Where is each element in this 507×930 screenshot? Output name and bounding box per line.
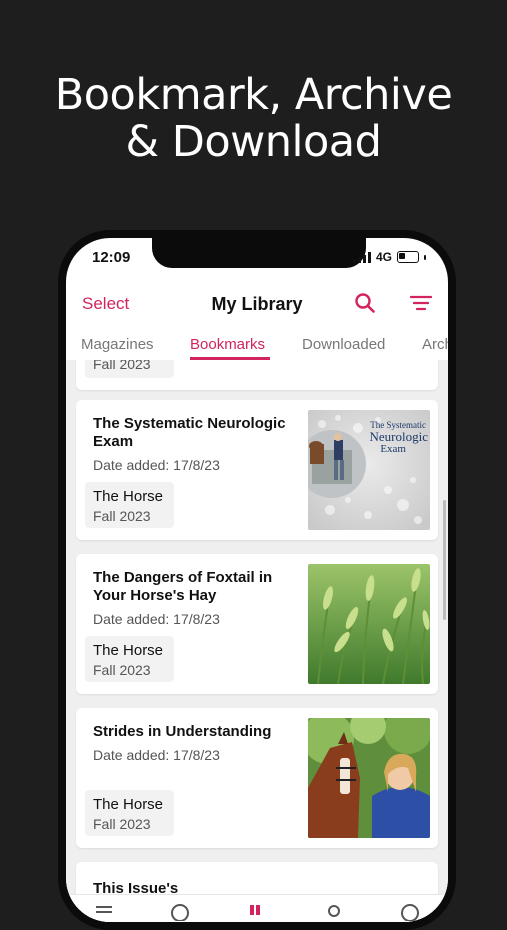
- help-icon[interactable]: [400, 901, 420, 921]
- publication-name: The Horse: [93, 642, 164, 659]
- issue-label: Fall 2023: [93, 816, 151, 832]
- date-added: Date added: 17/8/23: [93, 457, 220, 473]
- search-icon[interactable]: [354, 292, 376, 314]
- network-type: 4G: [375, 250, 392, 264]
- explore-icon[interactable]: [170, 901, 190, 921]
- library-icon[interactable]: [247, 901, 267, 921]
- article-thumbnail: [308, 718, 430, 838]
- tab-bookmarks[interactable]: Bookmarks: [190, 336, 265, 353]
- status-time: 12:09: [92, 249, 131, 266]
- thumbnail-foxtail-image: [308, 564, 430, 684]
- publication-name: The Horse: [93, 488, 164, 505]
- list-item-partial-top[interactable]: Fall 2023: [76, 360, 438, 390]
- tab-magazines[interactable]: Magazines: [81, 336, 154, 353]
- article-title: The Dangers of Foxtail in Your Horse's H…: [93, 569, 273, 604]
- menu-icon[interactable]: [94, 901, 114, 921]
- profile-icon[interactable]: [324, 901, 344, 921]
- notch: [152, 238, 366, 268]
- date-added: Date added: 17/8/23: [93, 747, 220, 763]
- thumb-title-line1: Neurologic: [370, 429, 429, 444]
- issue-label: Fall 2023: [93, 508, 151, 524]
- battery-tip: [424, 254, 426, 260]
- select-button[interactable]: Select: [82, 294, 129, 314]
- date-added: Date added: 17/8/23: [93, 611, 220, 627]
- bookmarks-list: Fall 2023 The Systematic Neurologic Exam…: [66, 360, 448, 922]
- status-indicators: 4G: [352, 250, 426, 264]
- tab-archived[interactable]: Archived: [422, 336, 448, 353]
- list-item[interactable]: Strides in Understanding Date added: 17/…: [76, 708, 438, 848]
- phone-frame: 12:09 4G Select My Library Magazines Boo…: [58, 230, 456, 930]
- tab-downloaded[interactable]: Downloaded: [302, 336, 385, 353]
- article-thumbnail: [308, 564, 430, 684]
- publication-box: Fall 2023: [85, 360, 174, 378]
- thumb-title-line2: Exam: [380, 443, 406, 455]
- sort-icon[interactable]: [410, 294, 432, 312]
- nav-bar: Select My Library: [66, 278, 448, 318]
- thumbnail-horse-woman-image: [308, 718, 430, 838]
- publication-box: The Horse Fall 2023: [85, 636, 174, 682]
- list-item[interactable]: The Systematic Neurologic Exam Date adde…: [76, 400, 438, 540]
- battery-icon: [397, 251, 419, 263]
- bottom-tab-bar: [66, 894, 448, 922]
- article-thumbnail: The Systematic Neurologic Exam: [308, 410, 430, 530]
- list-item[interactable]: The Dangers of Foxtail in Your Horse's H…: [76, 554, 438, 694]
- tab-bar: Magazines Bookmarks Downloaded Archived: [66, 324, 448, 361]
- signal-icon: [352, 251, 371, 263]
- publication-box: The Horse Fall 2023: [85, 482, 174, 528]
- issue-label: Fall 2023: [93, 360, 151, 372]
- thumbnail-neuro-image: The Systematic Neurologic Exam: [308, 410, 430, 530]
- publication-name: The Horse: [93, 796, 164, 813]
- article-title: Strides in Understanding: [93, 723, 272, 740]
- headline-line-2: & Download: [125, 117, 382, 167]
- headline-line-1: Bookmark, Archive: [54, 70, 453, 120]
- publication-box: The Horse Fall 2023: [85, 790, 174, 836]
- phone-screen: 12:09 4G Select My Library Magazines Boo…: [66, 238, 448, 922]
- scrollbar[interactable]: [443, 500, 446, 620]
- article-title: The Systematic Neurologic Exam: [93, 415, 286, 450]
- headline: Bookmark, Archive & Download: [0, 72, 507, 166]
- issue-label: Fall 2023: [93, 662, 151, 678]
